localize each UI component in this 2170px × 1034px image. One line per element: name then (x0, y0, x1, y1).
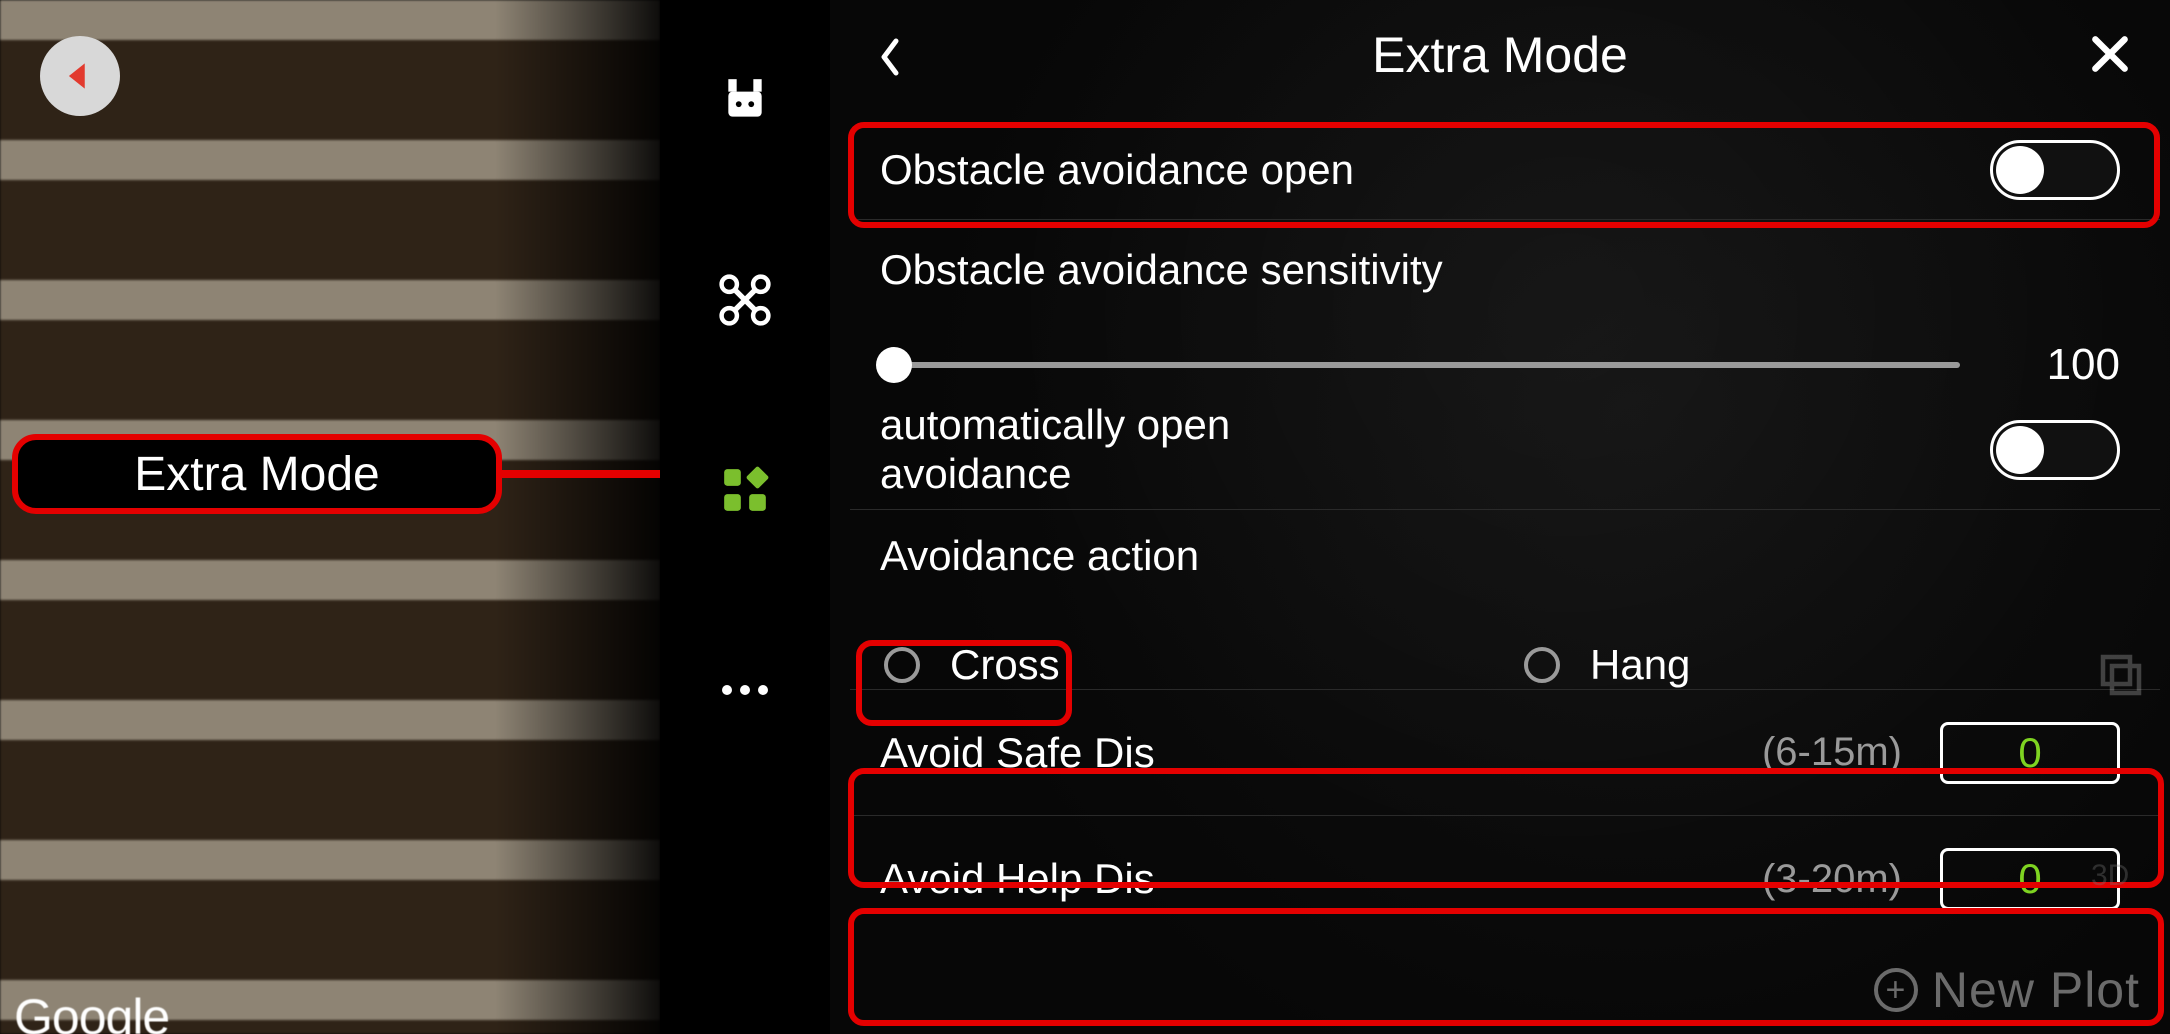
map-back-button[interactable] (40, 36, 120, 116)
chevron-left-icon (878, 37, 902, 77)
header-back-button[interactable] (870, 32, 910, 82)
radio-cross-label: Cross (950, 641, 1060, 689)
new-plot-button[interactable]: + New Plot (1874, 961, 2140, 1019)
arrow-left-icon (61, 57, 99, 95)
header-title: Extra Mode (1372, 26, 1628, 84)
drone-icon (718, 273, 772, 327)
google-watermark: Google (14, 988, 169, 1034)
toggle-knob (1996, 146, 2044, 194)
layers-icon (2094, 648, 2148, 702)
header-close-button[interactable] (2080, 24, 2140, 84)
remote-controller-icon (720, 75, 770, 125)
app-root: Google Extra Mode (0, 0, 2170, 1034)
svg-text:3D: 3D (2091, 859, 2129, 892)
annotation-label: Extra Mode (12, 434, 502, 514)
obstacle-open-label: Obstacle avoidance open (880, 146, 1990, 194)
row-avoid-help: Avoid Help Dis (3-20m) 0 (850, 816, 2160, 942)
sidebar-rc-button[interactable] (660, 60, 830, 140)
sidebar (660, 0, 830, 1034)
toggle-knob (1996, 426, 2044, 474)
extra-mode-icon (720, 465, 770, 515)
sensitivity-value: 100 (2020, 340, 2120, 390)
annotation-connector (500, 470, 670, 478)
obstacle-open-toggle[interactable] (1990, 140, 2120, 200)
row-avoidance-action: Avoidance action Cross Hang (850, 510, 2160, 690)
avoid-safe-hint: (6-15m) (1762, 730, 1902, 775)
avoid-help-value: 0 (2018, 855, 2041, 903)
avoid-help-label: Avoid Help Dis (880, 855, 1762, 903)
sidebar-extra-mode-button[interactable] (660, 450, 830, 530)
sensitivity-label: Obstacle avoidance sensitivity (880, 246, 2120, 320)
row-obstacle-open: Obstacle avoidance open (850, 120, 2160, 220)
avoid-safe-label: Avoid Safe Dis (880, 729, 1762, 777)
avoid-help-hint: (3-20m) (1762, 857, 1902, 902)
auto-open-label: automatically open avoidance (880, 401, 1400, 498)
radio-option-cross[interactable]: Cross (884, 641, 1524, 689)
row-avoid-safe: Avoid Safe Dis (6-15m) 0 (850, 690, 2160, 816)
plus-icon: + (1874, 968, 1918, 1012)
avoid-safe-value: 0 (2018, 729, 2041, 777)
map-layers-button[interactable] (2086, 640, 2156, 710)
radio-icon (1524, 647, 1560, 683)
row-sensitivity: Obstacle avoidance sensitivity 100 (850, 220, 2160, 390)
cube-3d-icon: 3D (2091, 855, 2151, 895)
avoid-safe-input[interactable]: 0 (1940, 722, 2120, 784)
settings-body: Obstacle avoidance open Obstacle avoidan… (850, 120, 2160, 1034)
sensitivity-slider[interactable] (880, 362, 1960, 368)
close-icon (2088, 32, 2132, 76)
map-background (0, 0, 660, 1034)
new-plot-label: New Plot (1932, 961, 2140, 1019)
map-3d-button[interactable]: 3D (2086, 840, 2156, 910)
radio-icon (884, 647, 920, 683)
settings-header: Extra Mode (830, 0, 2170, 110)
radio-option-hang[interactable]: Hang (1524, 641, 1690, 689)
auto-open-toggle[interactable] (1990, 420, 2120, 480)
radio-hang-label: Hang (1590, 641, 1690, 689)
sidebar-more-button[interactable] (660, 650, 830, 730)
avoidance-action-label: Avoidance action (880, 532, 1199, 621)
sidebar-drone-button[interactable] (660, 260, 830, 340)
row-auto-open: automatically open avoidance (850, 390, 2160, 510)
more-icon (720, 683, 770, 697)
slider-thumb[interactable] (876, 347, 912, 383)
